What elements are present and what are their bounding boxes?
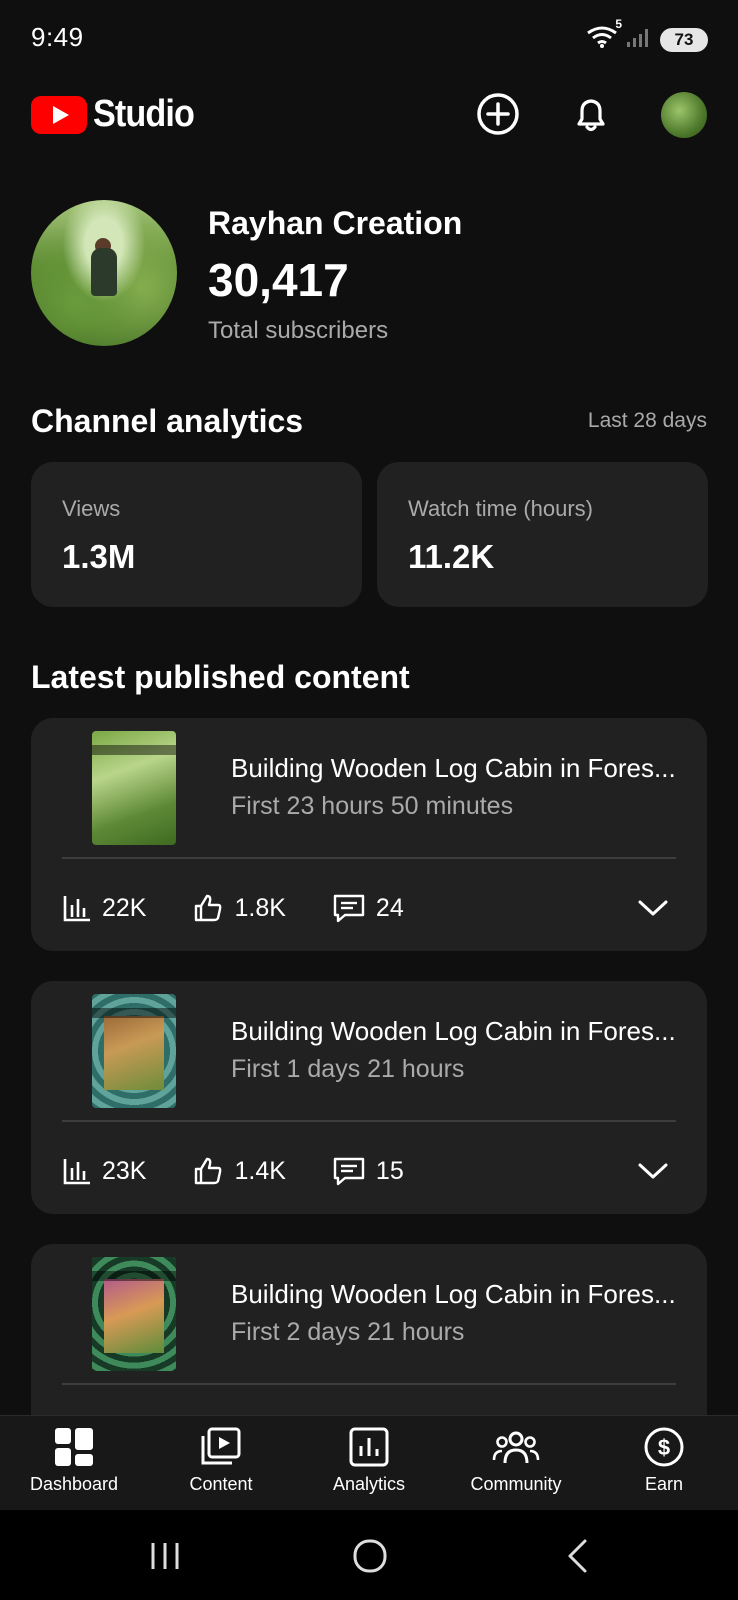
dashboard-icon [55, 1428, 93, 1466]
chevron-down-icon [638, 900, 668, 916]
divider [62, 857, 676, 859]
battery-indicator: 73 [660, 27, 708, 52]
video-subtitle: First 2 days 21 hours [231, 1318, 465, 1346]
nav-label: Analytics [332, 1474, 406, 1494]
content-icon [201, 1427, 241, 1465]
home-button[interactable] [352, 1538, 388, 1579]
studio-logo[interactable]: Studio [31, 93, 205, 136]
bell-icon [577, 99, 605, 132]
likes-metric: 1.8K [192, 892, 286, 924]
nav-dashboard[interactable]: Dashboard [4, 1426, 144, 1495]
channel-analytics-title: Channel analytics [31, 403, 304, 439]
subscriber-label: Total subscribers [208, 317, 389, 344]
comments-count: 24 [375, 893, 404, 922]
youtube-play-icon [31, 95, 87, 134]
bar-chart-icon [63, 896, 90, 922]
nav-label: Content [189, 1474, 253, 1494]
video-metrics: 23K 1.4K 15 [62, 1151, 450, 1191]
chevron-down-icon [638, 1163, 668, 1179]
thumbs-up-icon [195, 1157, 222, 1185]
studio-wordmark: Studio [93, 93, 195, 135]
video-thumbnail[interactable] [92, 1257, 176, 1371]
expand-button[interactable] [636, 1157, 670, 1185]
nav-content[interactable]: Content [151, 1426, 291, 1495]
comment-icon [333, 894, 365, 923]
likes-count: 1.8K [234, 893, 286, 922]
likes-count: 1.4K [234, 1156, 286, 1185]
views-count: 22K [102, 893, 147, 922]
video-title[interactable]: Building Wooden Log Cabin in Fores... [231, 1016, 681, 1047]
nav-community[interactable]: Community [446, 1426, 586, 1495]
subscriber-count: 30,417 [208, 254, 349, 306]
back-icon [568, 1539, 587, 1573]
watch-time-label: Watch time (hours) [408, 496, 594, 521]
watch-time-card[interactable]: Watch time (hours) 11.2K [377, 462, 708, 607]
divider [62, 1383, 676, 1385]
recents-icon [151, 1543, 179, 1569]
analytics-icon [349, 1427, 389, 1467]
system-navigation-bar [0, 1510, 738, 1600]
bar-chart-icon [63, 1159, 90, 1185]
channel-avatar[interactable] [31, 200, 177, 346]
video-title[interactable]: Building Wooden Log Cabin in Fores... [231, 753, 681, 784]
signal-icon [626, 26, 652, 53]
nav-label: Community [470, 1474, 562, 1494]
watch-time-value: 11.2K [408, 538, 495, 575]
account-avatar-button[interactable] [661, 92, 707, 138]
nav-label: Dashboard [29, 1474, 119, 1494]
comments-metric: 15 [332, 1155, 404, 1187]
video-thumbnail[interactable] [92, 994, 176, 1108]
comments-count: 15 [375, 1156, 404, 1185]
status-time: 9:49 [31, 22, 84, 52]
nav-earn[interactable]: $ Earn [594, 1426, 734, 1495]
plus-circle-icon [477, 93, 519, 135]
notifications-button[interactable] [567, 90, 615, 138]
comment-icon [333, 1157, 365, 1186]
nav-analytics[interactable]: Analytics [299, 1426, 439, 1495]
video-metrics: 22K 1.8K 24 [62, 888, 450, 928]
svg-text:$: $ [658, 1435, 670, 1460]
views-metric: 23K [62, 1156, 146, 1186]
video-subtitle: First 23 hours 50 minutes [231, 792, 514, 820]
views-count: 23K [102, 1156, 147, 1185]
earn-icon: $ [644, 1427, 684, 1467]
date-range-label: Last 28 days [587, 409, 707, 432]
status-icons: 5 73 [586, 17, 708, 54]
video-thumbnail[interactable] [92, 731, 176, 845]
community-icon [492, 1431, 540, 1464]
back-button[interactable] [565, 1538, 591, 1579]
create-button[interactable] [474, 90, 522, 138]
expand-button[interactable] [636, 894, 670, 922]
recent-apps-button[interactable] [148, 1540, 182, 1577]
latest-content-title: Latest published content [31, 659, 410, 695]
content-card[interactable]: Building Wooden Log Cabin in Fores... Fi… [31, 718, 707, 951]
views-metric: 22K [62, 893, 146, 923]
bottom-navigation: Dashboard Content Analytics Community $ … [0, 1415, 738, 1510]
comments-metric: 24 [332, 892, 404, 924]
home-icon [353, 1539, 387, 1573]
thumbs-up-icon [195, 894, 222, 922]
channel-name: Rayhan Creation [208, 205, 463, 241]
video-title[interactable]: Building Wooden Log Cabin in Fores... [231, 1279, 681, 1310]
views-label: Views [62, 496, 121, 521]
views-card[interactable]: Views 1.3M [31, 462, 362, 607]
divider [62, 1120, 676, 1122]
likes-metric: 1.4K [192, 1155, 286, 1187]
content-card[interactable]: Building Wooden Log Cabin in Fores... Fi… [31, 1244, 707, 1444]
wifi-band-label: 5 [615, 17, 622, 31]
video-subtitle: First 1 days 21 hours [231, 1055, 465, 1083]
content-card[interactable]: Building Wooden Log Cabin in Fores... Fi… [31, 981, 707, 1214]
wifi-icon: 5 [586, 17, 622, 54]
nav-label: Earn [644, 1474, 684, 1494]
views-value: 1.3M [62, 538, 136, 575]
